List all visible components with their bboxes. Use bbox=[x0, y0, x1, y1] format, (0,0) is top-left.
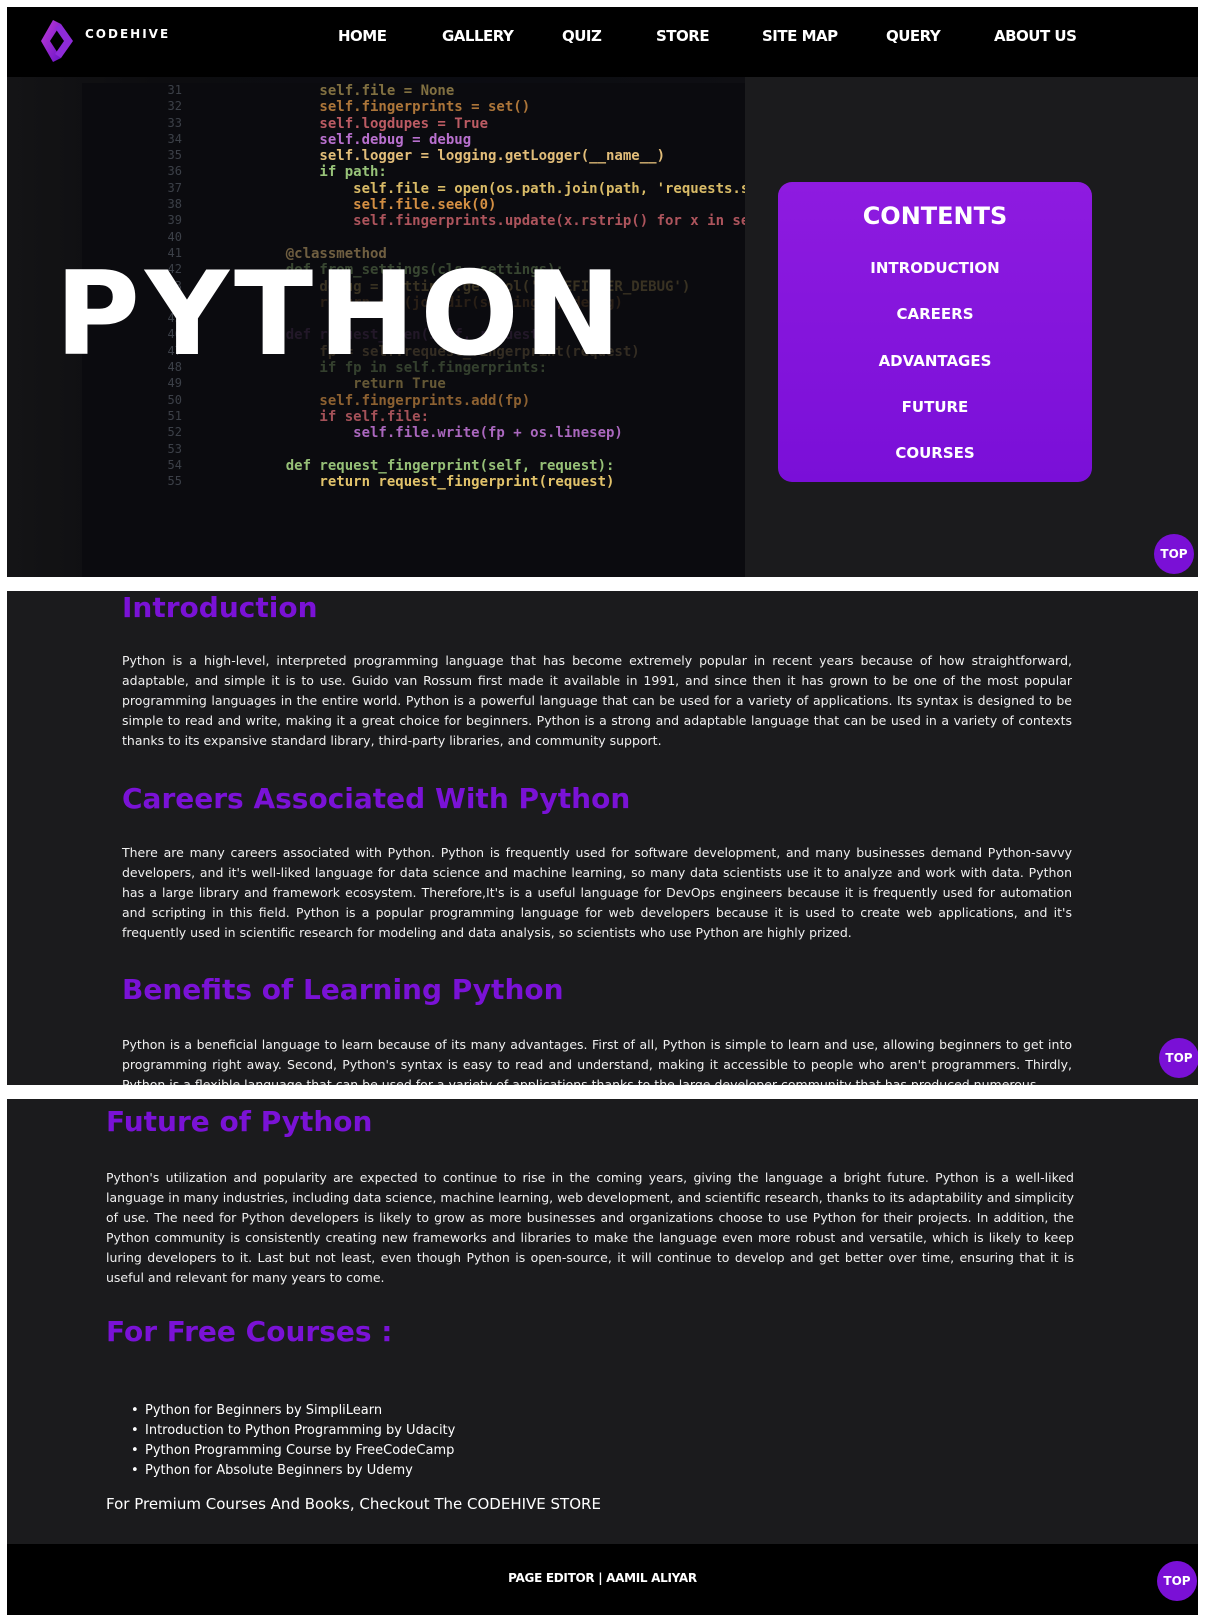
code-line: self.debug = debug bbox=[252, 131, 472, 148]
future-text: Python's utilization and popularity are … bbox=[106, 1170, 1074, 1285]
codehive-logo-icon[interactable] bbox=[39, 18, 75, 64]
nav-gallery[interactable]: GALLERY bbox=[442, 27, 514, 45]
navbar: CODEHIVE HOME GALLERY QUIZ STORE SITE MA… bbox=[7, 7, 1198, 77]
nav-site-map[interactable]: SITE MAP bbox=[762, 27, 838, 45]
contents-title: CONTENTS bbox=[862, 202, 1008, 230]
free-courses-heading: For Free Courses : bbox=[106, 1315, 393, 1348]
courses-screen: Future of Python Python's utilization an… bbox=[7, 1099, 1198, 1615]
toc-courses[interactable]: COURSES bbox=[778, 444, 1092, 462]
scroll-top-button[interactable]: TOP bbox=[1154, 534, 1194, 574]
line-number: 37 bbox=[167, 180, 182, 195]
hero-code-image: 31 32 33 34 35 36 37 38 39 40 41 42 43 44 45 46 47 48 49 50… bbox=[7, 77, 745, 577]
careers-text: There are many careers associated with P… bbox=[122, 845, 1072, 940]
toc-advantages[interactable]: ADVANTAGES bbox=[778, 352, 1092, 370]
benefits-text: Python is a beneficial language to learn… bbox=[122, 1037, 1072, 1085]
line-number: 54 bbox=[167, 457, 182, 472]
line-number: 40 bbox=[167, 229, 182, 244]
line-number: 55 bbox=[167, 474, 182, 489]
code-line: if path: bbox=[252, 164, 387, 181]
line-number: 35 bbox=[167, 148, 182, 163]
introduction-text: Python is a high-level, interpreted prog… bbox=[122, 653, 1072, 748]
code-line: self.file = None bbox=[252, 83, 455, 99]
line-number: 39 bbox=[167, 213, 182, 228]
scroll-top-button[interactable]: TOP bbox=[1159, 1038, 1198, 1078]
course-list: Python for Beginners by SimpliLearn Intr… bbox=[131, 1401, 455, 1481]
code-line: self.fingerprints = set() bbox=[252, 99, 531, 116]
nav-query[interactable]: QUERY bbox=[886, 27, 941, 45]
careers-heading: Careers Associated With Python bbox=[122, 782, 631, 815]
course-item[interactable]: Python for Beginners by SimpliLearn bbox=[131, 1401, 455, 1421]
code-line: self.file = open(os.path.join(path, 'req… bbox=[353, 180, 745, 197]
line-number: 51 bbox=[167, 408, 182, 423]
toc-future[interactable]: FUTURE bbox=[778, 398, 1092, 416]
line-number: 32 bbox=[167, 99, 182, 114]
future-heading: Future of Python bbox=[106, 1105, 373, 1138]
code-line: self.file.write(fp + os.linesep) bbox=[252, 425, 623, 442]
contents-box: CONTENTS INTRODUCTION CAREERS ADVANTAGES… bbox=[778, 182, 1092, 482]
line-number: 36 bbox=[167, 164, 182, 179]
code-line: self.logdupes = True bbox=[252, 115, 489, 132]
line-number: 53 bbox=[167, 441, 182, 456]
course-item[interactable]: Python Programming Course by FreeCodeCam… bbox=[131, 1441, 455, 1461]
code-line: self.fingerprints.update(x.rstrip() for … bbox=[353, 213, 745, 230]
premium-courses-link[interactable]: For Premium Courses And Books, Checkout … bbox=[106, 1495, 601, 1513]
code-line: self.file.seek(0) bbox=[252, 197, 497, 214]
code-line: return request_fingerprint(request) bbox=[252, 474, 615, 491]
benefits-heading: Benefits of Learning Python bbox=[122, 973, 564, 1006]
introduction-heading: Introduction bbox=[122, 591, 318, 624]
toc-introduction[interactable]: INTRODUCTION bbox=[778, 259, 1092, 277]
line-number: 34 bbox=[167, 131, 182, 146]
nav-about-us[interactable]: ABOUT US bbox=[994, 27, 1077, 45]
footer-credit: PAGE EDITOR | AAMIL ALIYAR bbox=[508, 1571, 697, 1585]
brand-name[interactable]: CODEHIVE bbox=[85, 27, 170, 41]
nav-store[interactable]: STORE bbox=[656, 27, 710, 45]
nav-quiz[interactable]: QUIZ bbox=[562, 27, 602, 45]
course-item[interactable]: Introduction to Python Programming by Ud… bbox=[131, 1421, 455, 1441]
code-line: self.fingerprints.add(fp) bbox=[252, 392, 531, 409]
line-number: 38 bbox=[167, 197, 182, 212]
hero-title: PYTHON bbox=[55, 247, 626, 382]
footer: PAGE EDITOR | AAMIL ALIYAR TOP bbox=[7, 1544, 1198, 1615]
code-line: self.logger = logging.getLogger(__name__… bbox=[252, 148, 666, 165]
line-number: 31 bbox=[167, 83, 182, 97]
line-number: 33 bbox=[167, 115, 182, 130]
toc-careers[interactable]: CAREERS bbox=[778, 305, 1092, 323]
line-number: 50 bbox=[167, 392, 182, 407]
nav-home[interactable]: HOME bbox=[338, 27, 387, 45]
content-screen: Introduction Python is a high-level, int… bbox=[7, 591, 1198, 1085]
code-line: def request_fingerprint(self, request): bbox=[252, 457, 615, 474]
hero-screen: CODEHIVE HOME GALLERY QUIZ STORE SITE MA… bbox=[7, 7, 1198, 577]
code-line: if self.file: bbox=[252, 408, 430, 425]
scroll-top-button[interactable]: TOP bbox=[1157, 1561, 1197, 1601]
course-item[interactable]: Python for Absolute Beginners by Udemy bbox=[131, 1461, 455, 1481]
line-number: 52 bbox=[167, 425, 182, 440]
